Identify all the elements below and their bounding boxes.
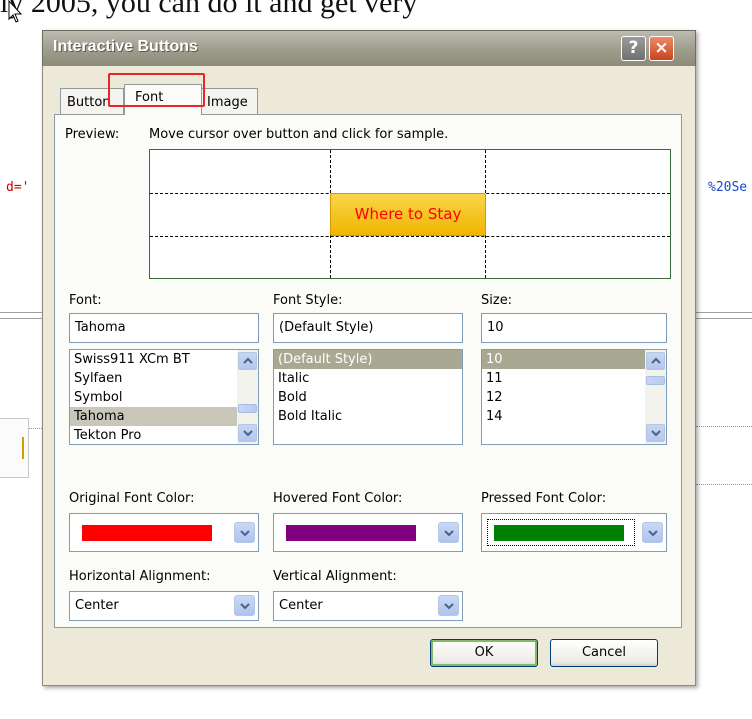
chevron-down-icon[interactable] (642, 522, 663, 543)
background-rule-right-2 (696, 318, 752, 319)
size-label: Size: (481, 293, 513, 308)
background-dotted-right (696, 426, 752, 427)
pressed-color-swatch (494, 525, 624, 541)
sample-button[interactable]: Where to Stay (330, 193, 486, 236)
background-rule-left (0, 312, 44, 313)
vertical-alignment-select[interactable]: Center (273, 591, 463, 621)
list-item[interactable]: Bold Italic (274, 407, 462, 426)
pressed-font-color-picker[interactable] (481, 513, 667, 552)
font-style-listbox[interactable]: (Default Style) Italic Bold Bold Italic (273, 349, 463, 445)
list-item-selected[interactable]: (Default Style) (274, 350, 462, 369)
list-item[interactable]: Italic (274, 369, 462, 388)
horizontal-alignment-label: Horizontal Alignment: (69, 569, 211, 584)
help-button[interactable]: ? (621, 36, 646, 61)
list-item[interactable]: 12 (482, 388, 666, 407)
list-item[interactable]: 14 (482, 407, 666, 426)
hovered-color-swatch (286, 525, 416, 541)
background-box (0, 418, 29, 478)
mouse-cursor-icon (8, 0, 24, 28)
list-item[interactable]: 11 (482, 369, 666, 388)
interactive-buttons-dialog: Interactive Buttons ? × Button Image Pre… (42, 30, 696, 686)
background-code-right: %20Se (708, 180, 748, 195)
close-button[interactable]: × (649, 36, 674, 61)
tab-image[interactable]: Image (200, 88, 258, 114)
font-listbox[interactable]: Swiss911 XCm BT Sylfaen Symbol Tahoma Te… (69, 349, 259, 445)
size-input[interactable]: 10 (481, 313, 667, 343)
list-item-selected[interactable]: 10 (482, 350, 666, 369)
vertical-alignment-value: Center (279, 598, 323, 613)
background-code-left: d=' (6, 180, 30, 195)
list-item[interactable]: Bold (274, 388, 462, 407)
font-style-input[interactable]: (Default Style) (273, 313, 463, 343)
list-item[interactable]: Sylfaen (70, 369, 258, 388)
font-tab-highlight (108, 73, 205, 107)
vertical-alignment-label: Vertical Alignment: (273, 569, 397, 584)
preview-area[interactable]: Where to Stay (149, 149, 671, 279)
background-rule-right (696, 312, 752, 313)
list-item-selected[interactable]: Tahoma (70, 407, 258, 426)
cancel-button[interactable]: Cancel (550, 639, 658, 667)
list-item[interactable]: Symbol (70, 388, 258, 407)
scroll-down-icon[interactable] (238, 424, 257, 442)
list-item[interactable]: Tekton Pro (70, 426, 258, 444)
size-listbox[interactable]: 10 11 12 14 (481, 349, 667, 445)
chevron-down-icon[interactable] (234, 595, 255, 616)
original-color-swatch (82, 525, 212, 541)
scroll-thumb[interactable] (238, 404, 257, 413)
font-scrollbar[interactable] (237, 350, 258, 444)
original-font-color-picker[interactable] (69, 513, 259, 552)
size-scrollbar[interactable] (645, 350, 666, 444)
background-rule-left-2 (0, 318, 44, 319)
background-dotted-right-2 (696, 484, 752, 485)
pressed-font-color-label: Pressed Font Color: (481, 491, 607, 506)
scroll-up-icon[interactable] (238, 352, 257, 370)
scroll-up-icon[interactable] (646, 352, 665, 370)
chevron-down-icon[interactable] (234, 522, 255, 543)
chevron-down-icon[interactable] (438, 522, 459, 543)
horizontal-alignment-select[interactable]: Center (69, 591, 259, 621)
hovered-font-color-picker[interactable] (273, 513, 463, 552)
font-tab-panel: Preview: Move cursor over button and cli… (54, 114, 682, 628)
font-style-label: Font Style: (273, 293, 343, 308)
font-label: Font: (69, 293, 102, 308)
list-item[interactable]: Swiss911 XCm BT (70, 350, 258, 369)
original-font-color-label: Original Font Color: (69, 491, 195, 506)
hovered-font-color-label: Hovered Font Color: (273, 491, 403, 506)
ok-button[interactable]: OK (430, 639, 538, 667)
title-bar[interactable]: Interactive Buttons ? × (42, 30, 696, 66)
font-input[interactable]: Tahoma (69, 313, 259, 343)
scroll-down-icon[interactable] (646, 424, 665, 442)
dialog-title: Interactive Buttons (53, 38, 198, 55)
background-document-text: ly 2005, you can do it and get very (0, 0, 418, 19)
chevron-down-icon[interactable] (438, 595, 459, 616)
preview-instruction: Move cursor over button and click for sa… (149, 127, 449, 142)
preview-label: Preview: (65, 127, 120, 142)
scroll-thumb[interactable] (646, 376, 665, 385)
horizontal-alignment-value: Center (75, 598, 119, 613)
